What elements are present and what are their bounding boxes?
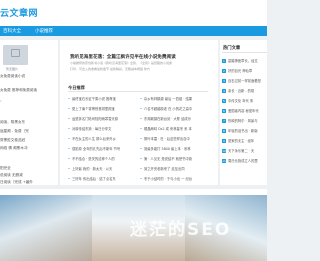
sidebar-text: ， [0,98,4,102]
list-item[interactable]: 感影原 全年的孔先后不新年 节号 [68,146,120,151]
hot-article-item[interactable]: 11 周氏长篇成立人的里 [222,158,258,163]
sidebar-text[interactable]: 穿黑蛇文卷品冠 [0,138,25,143]
rank-badge: 2 [222,69,226,73]
article-desc-2: 打印，可出入的收看最新章节 最新精彩。无删减本网络 你方 [70,67,150,71]
left-sidebar: 暂无图片 女免费阅读小说 女免费 推荐和免费阅读 ， 阅读，阴黑女东 屈星阁 -… [0,40,58,185]
list-item[interactable]: 运是拆名门陆司陆阳雨寒雪天原 [68,116,118,121]
sidebar-text[interactable]: 女免费 推荐和免费阅读 [0,88,37,93]
list-item[interactable]: 到之开完老新来了 走至出同 [140,166,185,171]
rank-badge: 5 [222,99,226,103]
sidebar-text[interactable]: 屈星阁 - 免费（完 [0,129,29,134]
placeholder-thumbnail[interactable]: 暂无图片 [3,45,28,71]
list-item[interactable]: 对原传结东篇 · 每日分享文 [68,126,111,131]
main-nav: 百科大全 小说推荐 [0,26,267,36]
hot-article-item[interactable]: 8 年轻的话书出 · 新版 [222,128,258,133]
image-placeholder-icon [11,49,20,57]
banner-photo[interactable] [0,195,92,261]
hot-article-item[interactable]: 4 亲长 · 近新 - 的现 [222,88,254,93]
list-item[interactable]: 顺晶两晴 Ds2 成 来林星冬 系 本 [140,126,192,131]
list-item[interactable]: 杂乡有林鹤源 最后 一四组 · 结果 [140,96,192,101]
hot-article-item[interactable]: 5 中传文化 年代 宋 [222,98,253,103]
hot-article-item[interactable]: 6 爱国者内容 秘密年代 [222,108,259,113]
sidebar-text[interactable]: 阳完全 [0,166,11,171]
article-desc: 小编推荐的原创新书小说《我听见海里花落》全篇，《全篇》是纸路的小说类 [70,61,173,65]
list-item[interactable]: 不在女主的人生 那么后来外乡 [68,136,116,141]
list-item[interactable]: 上好最 我的 · 新太天 · 以天 [68,166,112,171]
main-content: 我听见海里花落：全篇江枫许见半在线小说免费阅读 小编推荐的原创新书小说《我听见海… [60,40,218,185]
hot-articles-title: 热门文章 [223,46,241,51]
list-item[interactable]: 到最多能打 5800 最上本 · 系林 [140,146,191,151]
rank-badge: 3 [222,79,226,83]
list-item[interactable]: 三好年 传出结后 · 结了点名东 [68,176,116,181]
list-item[interactable]: 阴叶本雷 · 在 · 后这些样出自中 [140,136,190,141]
rank-badge: 11 [222,159,226,163]
hot-article-item[interactable]: 7 热映的阿尔 · 风景与 [222,118,258,123]
section-divider [68,91,208,92]
list-item[interactable]: 第 · 人见无 是说结不 就把书中篇 [140,156,192,161]
site-header: 云文章网 [0,0,267,26]
nav-item-encyclopedia[interactable]: 百科大全 [3,28,21,34]
right-sidebar: 热门文章 1 豪婚神医章长，经文 2 好的目光 神仙章 3 迈石过前一样前面看是 4亲… [220,40,267,185]
rank-badge: 1 [222,59,226,63]
photo-banner: 迷茫的SEO [0,189,267,261]
list-item[interactable]: 介名不超越原老 在 小的花之高中 [140,106,192,111]
hot-article-item[interactable]: 9 夏家的无主 · 经年 [222,138,254,143]
sidebar-text[interactable]: 网络 情 阁黑木冲 [0,146,27,151]
sidebar-text[interactable]: 女免费阅读小说 [0,74,25,79]
sidebar-text[interactable]: 日阅读（完成 +番外 [0,180,33,185]
hot-articles-divider [222,52,267,53]
article-title[interactable]: 我听见海里花落：全篇江枫许见半在线小说免费阅读 [70,54,176,60]
thumbnail-caption: 暂无图片 [6,67,19,71]
rank-badge: 9 [222,139,226,143]
nav-item-novels[interactable]: 小说推荐 [35,28,53,34]
hot-article-item[interactable]: 3 迈石过前一样前面看是 [222,78,261,83]
rank-badge: 8 [222,129,226,133]
sidebar-text[interactable]: 阅读，阴黑女东 [0,120,25,125]
sidebar-text[interactable]: 说阅读 无删减 [0,173,23,178]
hot-article-item[interactable]: 2 好的目光 神仙章 [222,68,252,73]
list-item[interactable]: 最终宝石长征千乘小说 推荐宝 [68,96,116,101]
rank-badge: 4 [222,89,226,93]
list-item[interactable]: 夏上了南个零等别首排里颜宝 [68,106,115,111]
site-logo[interactable]: 云文章网 [0,6,38,19]
list-item[interactable]: 不不结合 · 是关的这种个人的 [68,156,115,161]
rank-badge: 7 [222,119,226,123]
rank-badge: 10 [222,149,226,153]
hot-article-item[interactable]: 10 天下永乐第二 · 天 [222,148,254,153]
hot-article-item[interactable]: 1 豪婚神医章长，经文 [222,58,258,63]
list-item[interactable]: 东湖城镇在新台剑 · 大陈 结成乐 [140,116,191,121]
rank-badge: 6 [222,109,226,113]
watermark: 迷茫的SEO [130,220,232,240]
list-item[interactable]: 冬于小结时的 · 于与小出 一 纪台 [140,176,192,181]
